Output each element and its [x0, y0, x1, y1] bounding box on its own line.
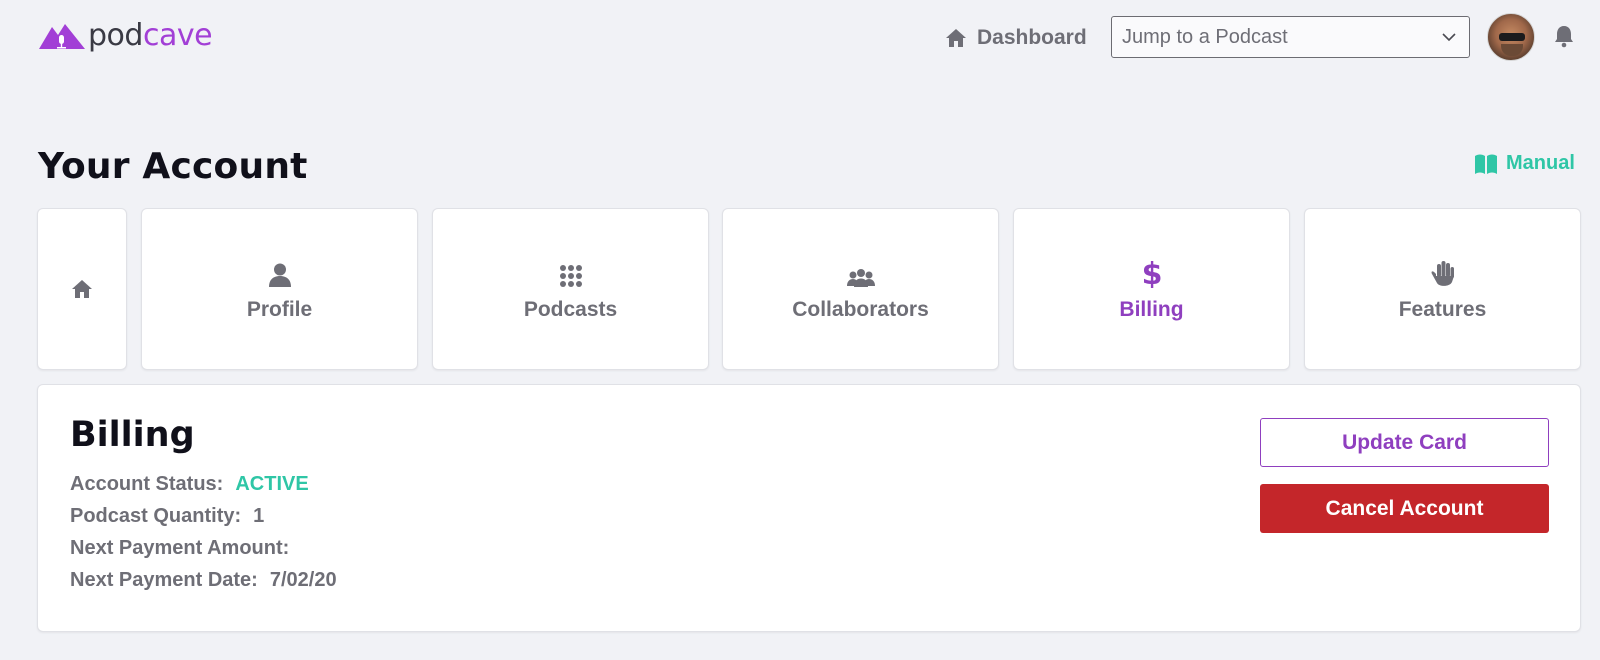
hand-icon — [1431, 261, 1454, 286]
tab-features[interactable]: Features — [1304, 208, 1581, 370]
podcave-logo[interactable]: podcave — [38, 18, 213, 54]
top-navbar: podcave Dashboard Jump to a Podcast — [0, 0, 1600, 76]
tab-profile[interactable]: Profile — [141, 208, 418, 370]
tab-collaborators-label: Collaborators — [792, 298, 929, 321]
update-card-button[interactable]: Update Card — [1260, 418, 1549, 467]
billing-title: Billing — [70, 415, 195, 455]
bell-icon — [1555, 26, 1573, 48]
tab-collaborators[interactable]: Collaborators — [722, 208, 999, 370]
account-status-label: Account Status: — [70, 473, 224, 495]
next-payment-amount-row: Next Payment Amount: — [70, 537, 301, 560]
avatar-beard — [1501, 44, 1523, 56]
logo-text: podcave — [88, 18, 213, 53]
billing-panel: Billing Account Status: ACTIVE Podcast Q… — [37, 384, 1581, 632]
home-icon — [72, 280, 92, 298]
manual-label: Manual — [1506, 152, 1575, 174]
account-status-value: ACTIVE — [235, 473, 309, 495]
avatar-glasses — [1499, 33, 1525, 41]
logo-mountain-icon — [39, 24, 85, 49]
user-avatar[interactable] — [1487, 13, 1535, 61]
chevron-down-icon — [1442, 33, 1456, 42]
tab-profile-label: Profile — [246, 298, 313, 321]
account-status-row: Account Status: ACTIVE — [70, 473, 309, 496]
jump-select-value: Jump to a Podcast — [1122, 25, 1288, 48]
home-icon — [946, 29, 966, 47]
users-icon — [846, 269, 875, 287]
podcast-quantity-row: Podcast Quantity: 1 — [70, 505, 264, 528]
tab-features-label: Features — [1398, 298, 1487, 321]
dashboard-link[interactable]: Dashboard — [945, 22, 1087, 54]
svg-text:$: $ — [1141, 257, 1162, 288]
next-payment-date-label: Next Payment Date: — [70, 569, 258, 591]
tab-billing-label: Billing — [1119, 298, 1184, 321]
manual-link[interactable]: Manual — [1474, 152, 1575, 175]
tab-home[interactable] — [37, 208, 127, 370]
dashboard-label: Dashboard — [977, 26, 1087, 49]
next-payment-date-row: Next Payment Date: 7/02/20 — [70, 569, 337, 592]
tab-podcasts-label: Podcasts — [523, 298, 618, 321]
user-icon — [268, 263, 291, 287]
logo-text-cave: cave — [142, 18, 213, 53]
podcast-quantity-label: Podcast Quantity: — [70, 505, 242, 527]
dollar-icon: $ — [1141, 257, 1162, 288]
notifications-bell[interactable] — [1553, 24, 1575, 53]
jump-to-podcast-select[interactable]: Jump to a Podcast — [1111, 16, 1470, 58]
next-payment-amount-label: Next Payment Amount: — [70, 537, 290, 559]
cancel-account-button[interactable]: Cancel Account — [1260, 484, 1549, 533]
podcast-quantity-value: 1 — [253, 505, 265, 527]
logo-text-pod: pod — [88, 18, 143, 53]
tab-billing[interactable]: $ Billing — [1013, 208, 1290, 370]
page-title: Your Account — [38, 146, 308, 187]
next-payment-date-value: 7/02/20 — [269, 569, 337, 591]
tab-podcasts[interactable]: Podcasts — [432, 208, 709, 370]
grid-dots-icon — [559, 265, 582, 287]
book-open-icon — [1475, 154, 1497, 174]
